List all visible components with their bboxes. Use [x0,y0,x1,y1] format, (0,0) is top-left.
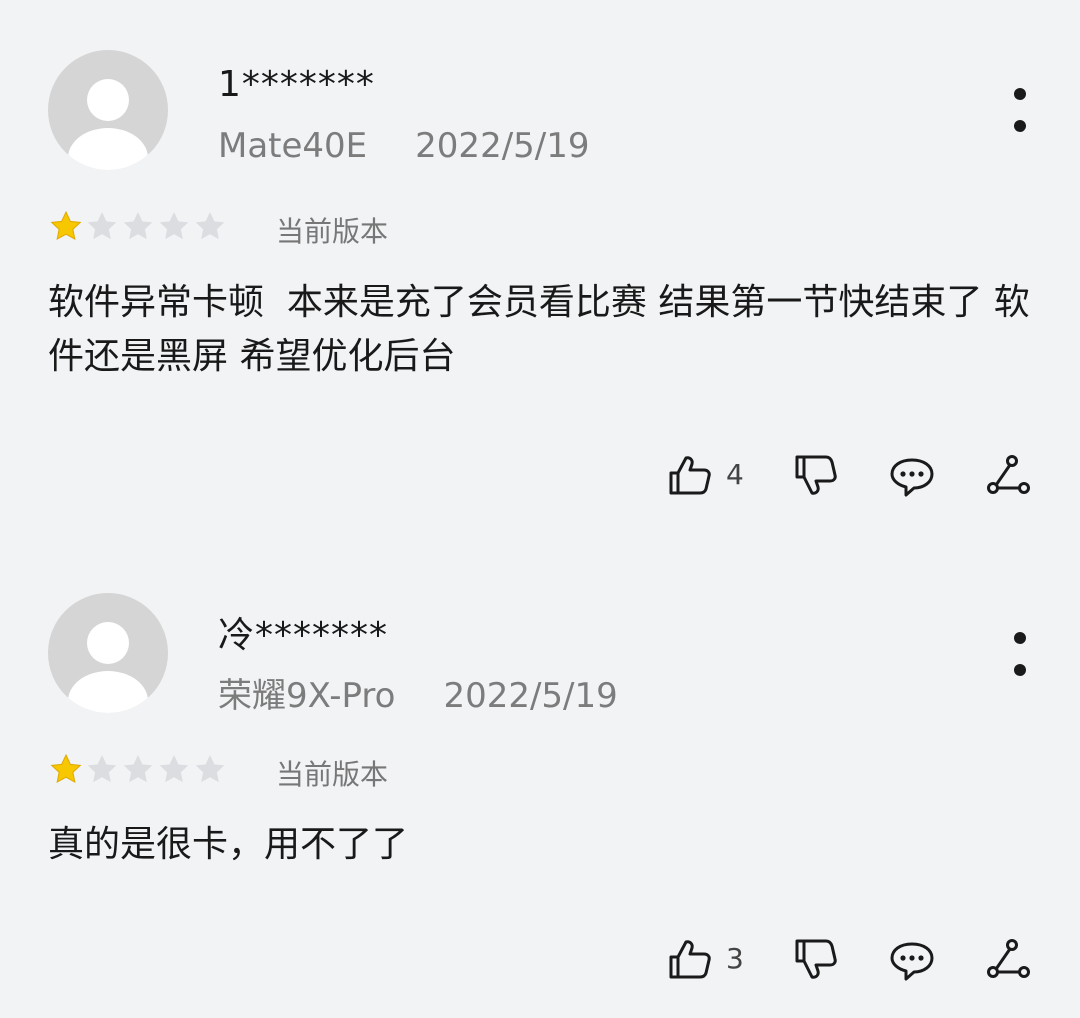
star-icon [159,212,189,240]
review-content: 真的是很卡，用不了了 [48,824,409,865]
like-count: 4 [726,458,744,491]
star-rating [48,209,228,245]
like-count: 3 [726,942,744,975]
review-date: 2022/5/19 [443,676,618,716]
version-label: 当前版本 [276,758,389,791]
star-icon-row [50,753,225,784]
comment-bubble-icon [890,942,934,981]
star-icon [50,753,82,784]
more-vertical-icon [1014,632,1026,644]
thumb-up-icon [669,456,711,495]
default-avatar-icon [68,79,148,170]
review-date: 2022/5/19 [415,126,590,166]
more-vertical-icon-dot [1014,664,1026,676]
thumb-down-icon [795,455,837,495]
more-vertical-icon [1014,88,1026,100]
star-icon [195,755,225,783]
star-icon-row [50,210,225,241]
device-model: 荣耀9X-Pro [218,676,396,716]
dislike-button[interactable] [792,452,840,500]
reviewer-name: 1******* [218,64,375,105]
share-button[interactable] [984,936,1032,984]
star-icon [123,212,153,240]
avatar[interactable] [48,50,168,170]
thumb-down-icon [795,939,837,979]
reply-button[interactable] [888,936,936,984]
avatar[interactable] [48,593,168,713]
review-meta: Mate40E 2022/5/19 [218,126,590,166]
star-icon [87,755,117,783]
share-button[interactable] [984,452,1032,500]
reply-button[interactable] [888,452,936,500]
star-rating [48,752,228,788]
version-label: 当前版本 [276,215,389,248]
more-options-button[interactable] [1000,626,1040,698]
thumb-up-icon [669,940,711,979]
more-vertical-icon-dot [1014,120,1026,132]
dislike-button[interactable] [792,936,840,984]
reviewer-name: 冷******* [218,615,389,656]
star-icon [50,210,82,241]
review-content: 软件异常卡顿 本来是充了会员看比赛 结果第一节快结束了 软件还是黑屏 希望优化后… [48,282,1030,377]
review-meta: 荣耀9X-Pro 2022/5/19 [218,668,618,717]
share-icon [987,939,1030,978]
default-avatar-icon [68,622,148,713]
star-icon [195,212,225,240]
comment-bubble-icon [890,458,934,497]
star-icon [159,755,189,783]
star-icon [123,755,153,783]
device-model: Mate40E [218,126,368,166]
share-icon [987,455,1030,494]
more-options-button[interactable] [1000,84,1040,156]
star-icon [87,212,117,240]
